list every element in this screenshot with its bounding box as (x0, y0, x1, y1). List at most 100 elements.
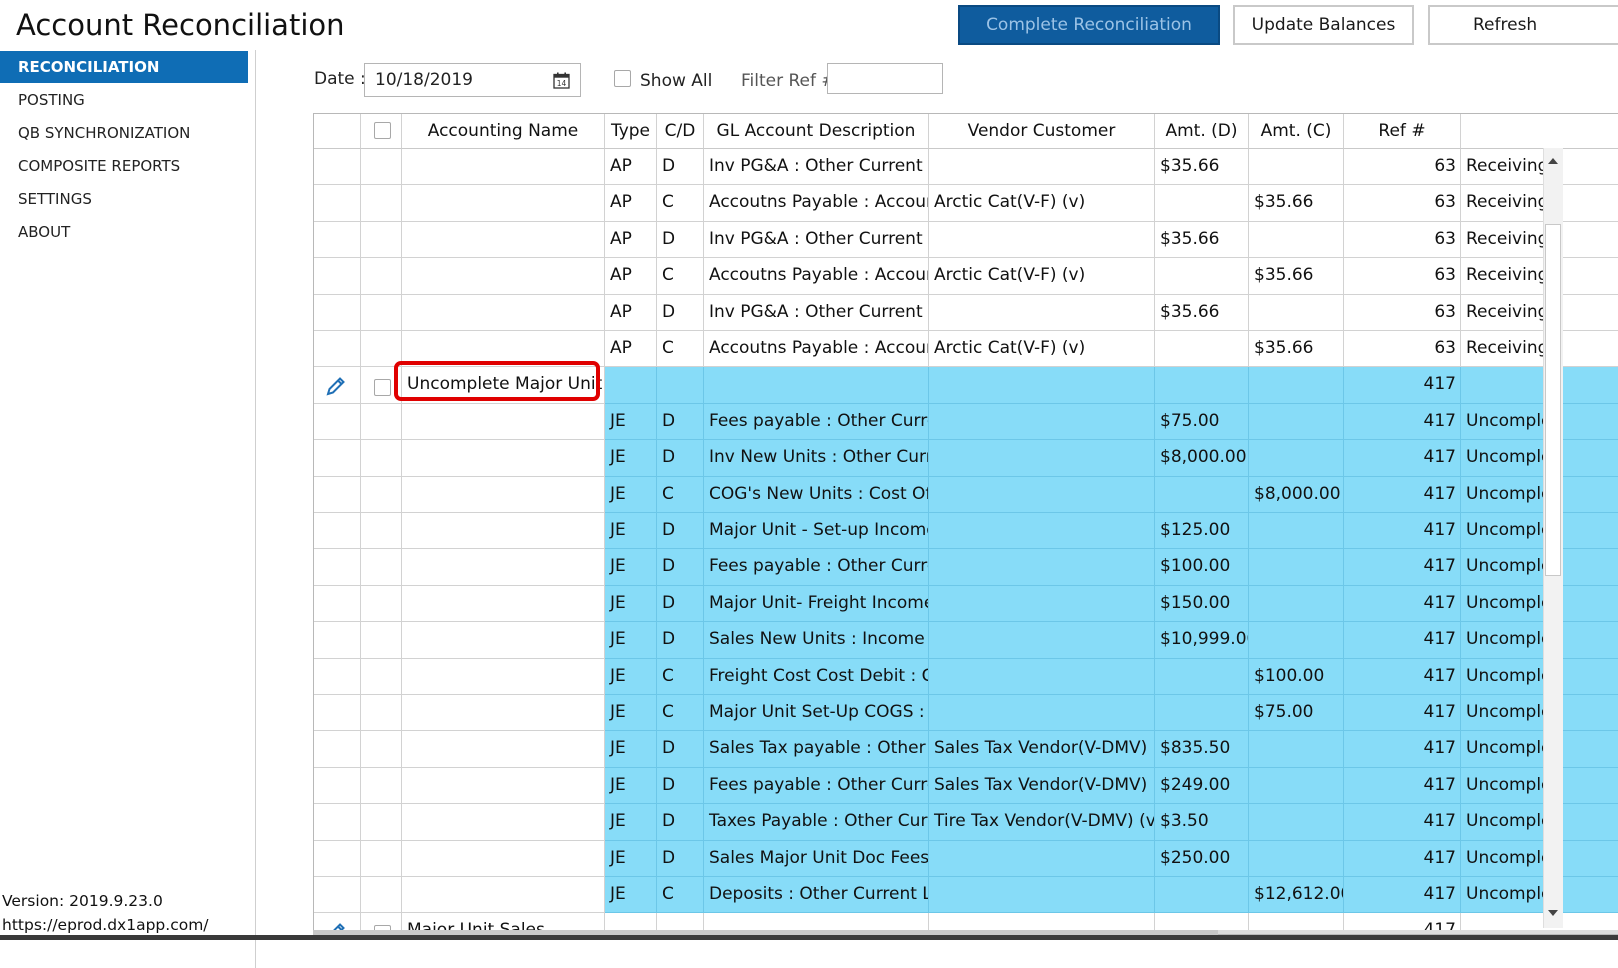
table-row[interactable]: JE D Major Unit- Freight Income $150.00 417 U… (314, 585, 1618, 623)
sidebar-item-composite-reports[interactable]: COMPOSITE REPORTS (0, 150, 248, 182)
table-row[interactable]: JE C Major Unit Set-Up COGS : C $75.00 417 Un… (314, 695, 1618, 732)
column-header-amt-debit[interactable]: Amt. (D) (1155, 114, 1249, 149)
cell-edit-col (314, 658, 361, 695)
update-balances-button[interactable]: Update Balances (1233, 5, 1414, 45)
date-value: 10/18/2019 (375, 70, 473, 90)
cell-description (1461, 367, 1618, 404)
table-row[interactable]: JEDFees payable : Other Current $100.00 41… (314, 549, 1618, 586)
table-row[interactable]: JE D Sales Major Unit Doc Fees : I $250.00 4… (314, 840, 1618, 877)
column-header-ref-number[interactable]: Ref # (1344, 114, 1461, 149)
column-header-amt-credit[interactable]: Amt. (C) (1249, 114, 1344, 149)
table-row[interactable]: JEDTaxes Payable : Other CurrentTire Tax… (314, 804, 1618, 841)
table-row[interactable]: AP D Inv PG&A : Other Current As $35.66 63 Re… (314, 294, 1618, 331)
cell-cd: D (657, 403, 704, 441)
table-row[interactable]: AP D Inv PG&A : Other Current As $35.66 63 Re… (314, 221, 1618, 259)
sidebar-item-reconciliation[interactable]: RECONCILIATION (0, 51, 248, 83)
cell-amt-debit (1155, 331, 1249, 368)
sidebar-item-posting[interactable]: POSTING (0, 84, 248, 116)
cell-accounting-name (402, 440, 605, 477)
cell-edit-col (314, 294, 361, 331)
edit-pencil-icon[interactable] (325, 375, 347, 397)
cell-cd: C (657, 877, 704, 914)
column-header-accounting-name[interactable]: Accounting Name (402, 114, 605, 149)
cell-ref-number: 417 (1344, 549, 1461, 586)
cell-amt-debit (1155, 658, 1249, 695)
cell-amt-credit: $8,000.00 (1249, 476, 1344, 513)
column-header-type[interactable]: Type (605, 114, 657, 149)
scrollbar-thumb[interactable] (1545, 224, 1561, 576)
cell-accounting-name (402, 403, 605, 441)
cell-description: Uncomple (1461, 440, 1618, 477)
table-row[interactable]: JE D Sales New Units : Income Ac $10,999.00… (314, 622, 1618, 659)
scroll-down-arrow-icon[interactable] (1548, 910, 1558, 916)
sidebar-item-about[interactable]: ABOUT (0, 216, 248, 248)
table-row[interactable]: JEDFees payable : Other Current $75.00 417… (314, 403, 1618, 441)
table-row[interactable]: JECCOG's New Units : Cost Of Goods $8,000… (314, 476, 1618, 513)
cell-ref-number: 63 (1344, 185, 1461, 222)
cell-amt-credit (1249, 403, 1344, 441)
cell-description: Uncomple (1461, 476, 1618, 513)
calendar-icon[interactable]: 14 (553, 72, 570, 89)
table-row[interactable]: AP C Accoutns Payable : Accounts Arctic Cat… (314, 185, 1618, 222)
vertical-scrollbar[interactable] (1543, 148, 1563, 928)
table-row[interactable]: AP C Accoutns Payable : Accounts Arctic Cat… (314, 258, 1618, 295)
table-row[interactable]: JE C Freight Cost Cost Debit : Co: $100.00 4… (314, 658, 1618, 695)
cell-accounting-name (402, 840, 605, 877)
sidebar-item-qb-synchronization[interactable]: QB SYNCHRONIZATION (0, 117, 248, 149)
cell-type: JE (605, 767, 657, 805)
cell-accounting-name (402, 258, 605, 295)
cell-type: AP (605, 185, 657, 222)
cell-amt-debit: $249.00 (1155, 767, 1249, 805)
filter-ref-input[interactable] (827, 63, 943, 94)
cell-accounting-name (402, 476, 605, 513)
cell-amt-credit: $35.66 (1249, 185, 1344, 222)
table-row[interactable]: JE D Major Unit - Set-up Income $125.00 417 U… (314, 513, 1618, 550)
cell-edit-col[interactable] (314, 367, 361, 404)
row-select-checkbox[interactable] (374, 379, 391, 397)
date-input[interactable]: 10/18/2019 14 (364, 63, 581, 97)
cell-vendor-customer: Sales Tax Vendor(V-DMV) (v) (929, 731, 1155, 768)
sidebar-item-settings[interactable]: SETTINGS (0, 183, 248, 215)
refresh-button[interactable]: Refresh (1428, 5, 1618, 45)
column-header-description[interactable] (1461, 114, 1618, 149)
page-title: Account Reconciliation (16, 8, 345, 42)
show-all-checkbox[interactable] (614, 70, 631, 87)
cell-select-col (361, 221, 402, 259)
table-row[interactable]: JEDSales Tax payable : Other CuSales Tax… (314, 731, 1618, 768)
cell-type: JE (605, 804, 657, 841)
sidebar: RECONCILIATION POSTING QB SYNCHRONIZATIO… (0, 50, 256, 968)
column-header-cd[interactable]: C/D (657, 114, 704, 149)
cell-vendor-customer (929, 695, 1155, 732)
cell-edit-col (314, 149, 361, 186)
cell-gl-account: Deposits : Other Current Lial (704, 877, 929, 914)
cell-type: JE (605, 513, 657, 550)
cell-ref-number: 417 (1344, 731, 1461, 768)
table-row[interactable]: JEDInv New Units : Other Current $8,000.0… (314, 440, 1618, 477)
select-all-checkbox[interactable] (374, 122, 391, 139)
cell-gl-account: Freight Cost Cost Debit : Co: (704, 658, 929, 695)
column-header-edit-col[interactable] (314, 114, 361, 149)
scroll-up-arrow-icon[interactable] (1548, 158, 1558, 164)
table-row[interactable]: JEDFees payable : Other CurrentSales Tax… (314, 767, 1618, 805)
column-header-vendor-customer[interactable]: Vendor Customer (929, 114, 1155, 149)
cell-select-col (361, 585, 402, 623)
cell-accounting-name (402, 585, 605, 623)
cell-gl-account: Accoutns Payable : Accounts (704, 331, 929, 368)
cell-accounting-name (402, 185, 605, 222)
cell-vendor-customer (929, 585, 1155, 623)
cell-gl-account: Inv New Units : Other Current (704, 440, 929, 477)
cell-ref-number: 417 (1344, 658, 1461, 695)
table-row[interactable]: AP D Inv PG&A : Other Current As $35.66 63 Re… (314, 149, 1618, 186)
cell-vendor-customer: Sales Tax Vendor(V-DMV) (v) (929, 767, 1155, 805)
cell-type: JE (605, 622, 657, 659)
cell-edit-col (314, 840, 361, 877)
column-header-gl-account[interactable]: GL Account Description (704, 114, 929, 149)
table-row[interactable]: JE C Deposits : Other Current Lial $12,612.… (314, 877, 1618, 914)
complete-reconciliation-button[interactable]: Complete Reconciliation (958, 5, 1220, 45)
cell-gl-account: Accoutns Payable : Accounts (704, 185, 929, 222)
cell-cd: C (657, 658, 704, 695)
cell-vendor-customer: Arctic Cat(V-F) (v) (929, 258, 1155, 295)
cell-vendor-customer (929, 840, 1155, 877)
column-header-select-col[interactable] (361, 114, 402, 149)
cell-type: JE (605, 549, 657, 586)
